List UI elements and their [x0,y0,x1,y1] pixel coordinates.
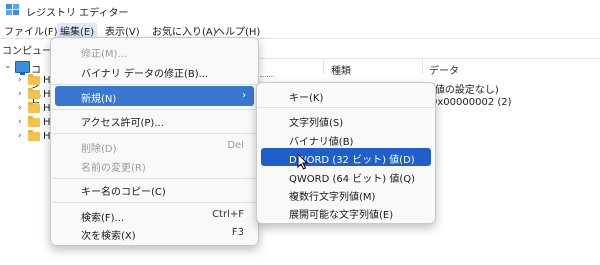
chevron-right-icon[interactable]: › [18,103,22,113]
menu-item-shortcut: Del [227,140,244,151]
menu-item-label: 文字列値(S) [289,118,344,129]
chevron-right-icon: › [242,90,246,101]
tree-item[interactable]: › H [0,102,51,116]
menu-file[interactable]: ファイル(F) [4,23,58,38]
menu-item-new[interactable]: 新規(N) › [55,86,254,106]
menu-item-delete[interactable]: 削除(D) Del [55,136,254,156]
menu-bar: ファイル(F) 編集(E) 表示(V) お気に入り(A) ヘルプ(H) [0,20,600,38]
menu-item-label: 名前の変更(R) [81,163,146,174]
menu-item-shortcut: Ctrl+F [212,209,244,220]
menu-favorites[interactable]: お気に入り(A) [152,23,217,38]
menu-item-new-key[interactable]: キー(K) [261,85,431,105]
menu-item-label: バイナリ値(B) [289,137,354,148]
menu-item-label: 複数行文字列値(M) [289,192,376,203]
tree-item[interactable]: › H [0,116,51,130]
menu-item-rename[interactable]: 名前の変更(R) [55,155,254,175]
menu-item-label: キー名のコピー(C) [81,187,166,198]
folder-icon [28,116,40,127]
menu-item-label: 修正(M)... [81,49,127,60]
menu-item-permissions[interactable]: アクセス許可(P)... [55,110,254,130]
computer-icon [15,61,30,75]
menu-item-label: 検索(F)... [81,213,125,224]
menu-item-label: 次を検索(X) [81,231,136,242]
chevron-right-icon[interactable]: › [18,89,22,99]
chevron-down-icon[interactable]: ⌄ [4,61,12,71]
mouse-cursor-icon [297,153,309,170]
edit-menu: 修正(M)... バイナリ データの修正(B)... 新規(N) › アクセス許… [50,37,259,246]
menu-item-find-next[interactable]: 次を検索(X) F3 [55,223,254,243]
tree-root[interactable]: ⌄ コンピ [0,60,50,106]
menu-view[interactable]: 表示(V) [105,23,140,38]
value-data-cell: 0x00000002 (2) [431,97,512,108]
menu-help[interactable]: ヘルプ(H) [215,23,260,38]
folder-icon [28,130,40,141]
menu-item-new-qword[interactable]: QWORD (64 ビット) 値(Q) [261,166,431,186]
folder-icon [28,102,40,113]
title-bar: レジストリ エディター [0,0,600,20]
folder-icon [28,74,40,85]
column-divider[interactable] [422,60,423,74]
column-header-type[interactable]: 種類 [331,62,351,77]
menu-separator [51,84,258,85]
menu-item-find[interactable]: 検索(F)... Ctrl+F [55,205,254,225]
menu-item-copy-key-name[interactable]: キー名のコピー(C) [55,179,254,199]
menu-item-shortcut: F3 [231,227,244,238]
menu-item-new-string[interactable]: 文字列値(S) [261,110,431,130]
menu-item-label: QWORD (64 ビット) 値(Q) [289,174,416,185]
focus-outline [260,76,274,77]
chevron-right-icon[interactable]: › [18,75,22,85]
column-header-data[interactable]: データ [429,62,459,77]
chevron-right-icon[interactable]: › [18,117,22,127]
menu-item-label: 削除(D) [81,144,117,155]
registry-editor-icon [6,4,19,15]
menu-separator [51,202,258,203]
value-data-cell: (値の設定なし) [431,85,499,96]
menu-item-modify-binary[interactable]: バイナリ データの修正(B)... [55,61,254,81]
menu-separator [257,107,435,108]
window-title: レジストリ エディター [26,8,129,19]
tree-item[interactable]: › H [0,88,51,102]
menu-item-new-expandable-string[interactable]: 展開可能な文字列値(E) [261,202,431,222]
menu-item-label: 新規(N) [81,94,117,105]
chevron-right-icon[interactable]: › [18,131,22,141]
tree-pane: ⌄ コンピ › H › H › H › H › H [0,58,51,265]
menu-item-new-binary[interactable]: バイナリ値(B) [261,129,431,149]
tree-item[interactable]: › H [0,74,51,88]
new-submenu: キー(K) 文字列値(S) バイナリ値(B) DWORD (32 ビット) 値(… [256,82,436,224]
menu-item-new-dword[interactable]: DWORD (32 ビット) 値(D) [261,148,431,166]
menu-separator [51,133,258,134]
menu-item-new-multi-string[interactable]: 複数行文字列値(M) [261,184,431,204]
menu-edit[interactable]: 編集(E) [57,23,98,38]
menu-item-label: 展開可能な文字列値(E) [289,210,394,221]
column-divider[interactable] [323,60,324,74]
menu-item-modify[interactable]: 修正(M)... [55,41,254,61]
folder-icon [28,88,40,99]
menu-item-label: アクセス許可(P)... [81,118,164,129]
menu-item-label: バイナリ データの修正(B)... [81,69,209,80]
tree-item[interactable]: › H [0,130,51,144]
menu-item-label: キー(K) [289,93,324,104]
